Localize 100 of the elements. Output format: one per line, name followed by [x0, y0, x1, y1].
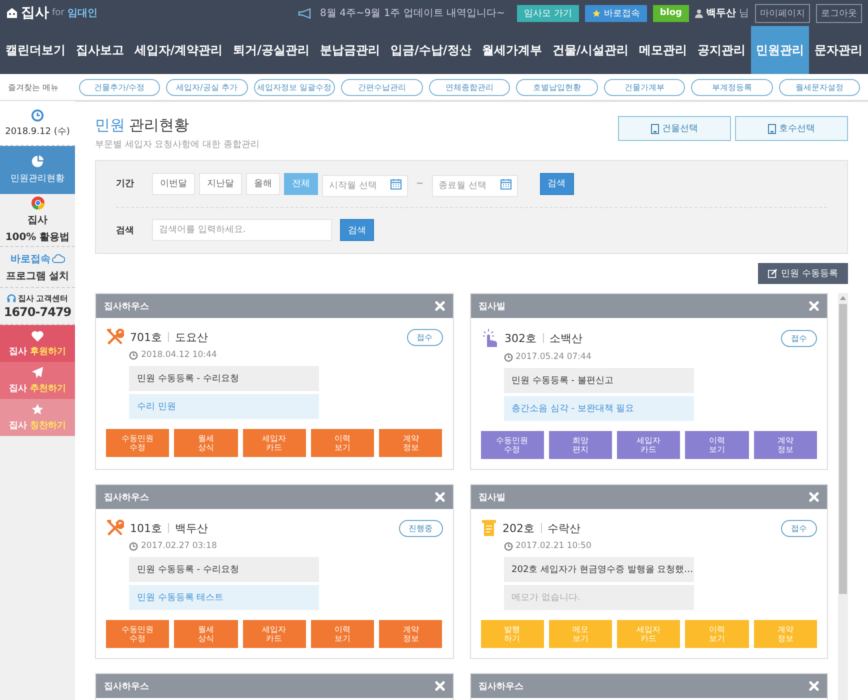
manual-register-button[interactable]: 민원 수동등록	[758, 263, 848, 284]
paper-plane-icon	[31, 366, 44, 379]
tenant-name: 도요산	[175, 330, 208, 344]
search-button[interactable]: 검색	[540, 172, 574, 195]
card-action-button[interactable]: 이력 보기	[310, 620, 374, 648]
card-action-button[interactable]: 이력 보기	[685, 431, 749, 459]
favorite-menu-link[interactable]: 간편수납관리	[341, 78, 423, 96]
period-option[interactable]: 전체	[284, 172, 318, 195]
scrollbar-thumb[interactable]	[839, 304, 847, 594]
search-field[interactable]: 검색어를 입력하세요.	[152, 219, 332, 242]
scroll-up-icon[interactable]	[840, 296, 846, 300]
nav-tab[interactable]: 건물/시설관리	[547, 26, 634, 74]
range-separator: ~	[416, 178, 424, 189]
period-option[interactable]: 이번달	[152, 172, 195, 195]
tenant-name: 백두산	[175, 520, 208, 536]
heart-icon	[31, 330, 44, 342]
nav-tab[interactable]: 월세가계부	[476, 26, 548, 74]
nav-tab[interactable]: 공지관리	[692, 26, 751, 74]
sidebar-action-button[interactable]: 집사 추천하기	[0, 362, 75, 399]
status-badge[interactable]: 진행중	[398, 520, 442, 536]
header-link[interactable]: 마이페이지	[755, 4, 810, 22]
nav-tab[interactable]: 민원관리	[750, 26, 810, 74]
close-icon[interactable]	[434, 492, 444, 502]
card-action-button[interactable]: 희망 편지	[548, 431, 612, 459]
period-option[interactable]: 올해	[246, 172, 280, 195]
favorite-menu-link[interactable]: 호별납입현황	[516, 78, 598, 96]
close-icon[interactable]	[809, 681, 819, 691]
sidebar-menu-item[interactable]: 민원관리현황	[0, 146, 75, 194]
search-button[interactable]: 검색	[340, 219, 374, 242]
card-action-button[interactable]: 계약 정보	[754, 431, 817, 459]
user-icon	[695, 8, 703, 18]
card-action-button[interactable]: 세입자 카드	[242, 620, 306, 648]
card-action-button[interactable]: 계약 정보	[379, 620, 442, 648]
card-action-button[interactable]: 세입자 카드	[617, 431, 680, 459]
nav-tab[interactable]: 문자관리	[809, 26, 868, 74]
favorite-menu-link[interactable]: 연체종합관리	[428, 78, 510, 96]
nav-tab[interactable]: 메모관리	[634, 26, 692, 74]
header-link[interactable]: 로그아웃	[816, 4, 862, 22]
start-month-field[interactable]: 시작월 선택	[322, 174, 408, 197]
building-name: 집사빌	[478, 492, 506, 504]
star-icon	[31, 403, 44, 416]
end-month-field[interactable]: 종료월 선택	[432, 174, 518, 197]
quick-access-title[interactable]: 바로접속	[10, 252, 50, 266]
card-action-button[interactable]: 수동민원 수정	[480, 431, 544, 459]
tenant-name: 소백산	[550, 330, 582, 346]
quick-access-subtitle[interactable]: 프로그램 설치	[6, 268, 70, 282]
card-action-button[interactable]: 수동민원 수정	[106, 429, 170, 457]
nav-tab[interactable]: 입금/수납/정산	[385, 26, 477, 74]
request-text: 202호 세입자가 현금영수증 발행을 요청했…	[504, 557, 694, 582]
sidebar-action-button[interactable]: 집사 후원하기	[0, 325, 75, 362]
nav-tab[interactable]: 세입자/계약관리	[129, 26, 228, 74]
support-brand: 집사	[18, 293, 34, 304]
page-title-highlight: 민원	[95, 116, 125, 135]
status-badge[interactable]: 접수	[406, 328, 442, 346]
favorite-menu-link[interactable]: 월세문자설정	[778, 78, 860, 96]
guide-subtitle[interactable]: 100% 활용법	[5, 230, 70, 244]
building-name: 집사하우스	[478, 680, 524, 692]
cloud-icon	[52, 254, 64, 263]
favorite-menu-link[interactable]: 부계정등록	[691, 78, 773, 96]
close-icon[interactable]	[809, 492, 819, 502]
card-action-button[interactable]: 수동민원 수정	[106, 620, 170, 648]
card-action-button[interactable]: 월세 상식	[174, 429, 238, 457]
request-date: 2017.05.24 07:44	[516, 352, 592, 362]
scrollbar[interactable]	[838, 293, 848, 700]
logo-text: 집사	[21, 4, 49, 22]
card-action-button[interactable]: 계약 정보	[379, 429, 442, 457]
pie-chart-icon	[31, 155, 44, 168]
request-text: 민원 수동등록 - 수리요청	[129, 557, 319, 582]
update-notice[interactable]: 8월 4주~9월 1주 업데이트 내역입니다~	[320, 6, 505, 20]
card-action-button[interactable]: 세입자 카드	[242, 429, 306, 457]
favorites-label: 즐겨찾는 메뉴	[8, 82, 59, 92]
sidebar-action-button[interactable]: 집사 칭찬하기	[0, 399, 75, 436]
favorite-menu-link[interactable]: 건물추가/수정	[78, 78, 160, 96]
close-icon[interactable]	[434, 301, 444, 311]
room-number: 701호	[130, 330, 162, 344]
memo-text: 민원 수동등록 테스트	[129, 585, 319, 610]
close-icon[interactable]	[809, 301, 819, 311]
close-icon[interactable]	[434, 681, 444, 691]
nav-tab[interactable]: 분납금관리	[314, 26, 386, 74]
favorite-menu-link[interactable]: 건물가계부	[604, 78, 686, 96]
nav-tab[interactable]: 퇴거/공실관리	[228, 26, 315, 74]
favorite-menu-link[interactable]: 세입자정보 일괄수정	[254, 78, 336, 96]
guide-title[interactable]: 집사	[28, 213, 48, 227]
favorite-menu-link[interactable]: 세입자/공실 추가	[166, 78, 248, 96]
selector-button[interactable]: 건물선택	[618, 116, 731, 141]
clock-icon	[504, 542, 512, 550]
wrench-screwdriver-icon	[106, 519, 124, 537]
blog-button[interactable]: blog	[652, 4, 689, 22]
clock-icon	[129, 542, 138, 550]
quick-access-button[interactable]: 바로접속	[584, 4, 647, 22]
selector-button[interactable]: 호수선택	[735, 116, 848, 141]
nav-tab[interactable]: 집사보고	[70, 26, 129, 74]
status-badge[interactable]: 접수	[781, 330, 817, 346]
card-action-button[interactable]: 이력 보기	[310, 429, 374, 457]
card-action-button[interactable]: 월세 상식	[174, 620, 238, 648]
receipt-icon	[480, 519, 496, 537]
nav-tab[interactable]: 캘린더보기	[0, 26, 70, 74]
community-button[interactable]: 임사모 가기	[516, 4, 579, 22]
status-badge[interactable]: 접수	[781, 520, 817, 536]
period-option[interactable]: 지난달	[199, 172, 242, 195]
